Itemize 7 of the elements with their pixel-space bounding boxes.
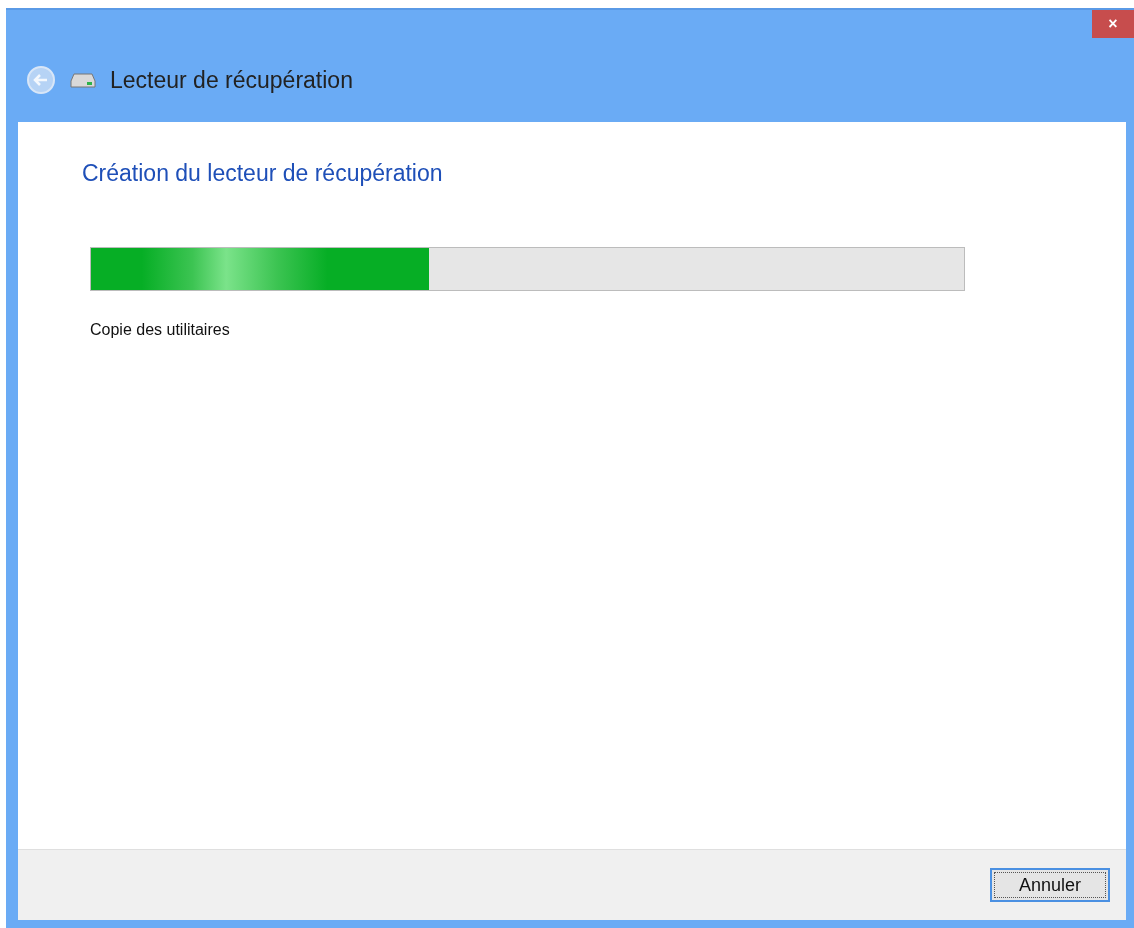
drive-icon [70,72,96,88]
window-title: Lecteur de récupération [110,66,353,94]
status-text: Copie des utilitaires [90,321,231,339]
page-heading: Création du lecteur de récupération [82,160,444,187]
back-icon[interactable] [26,65,56,95]
close-button[interactable]: × [1092,10,1134,38]
cancel-button[interactable]: Annuler [990,868,1110,902]
